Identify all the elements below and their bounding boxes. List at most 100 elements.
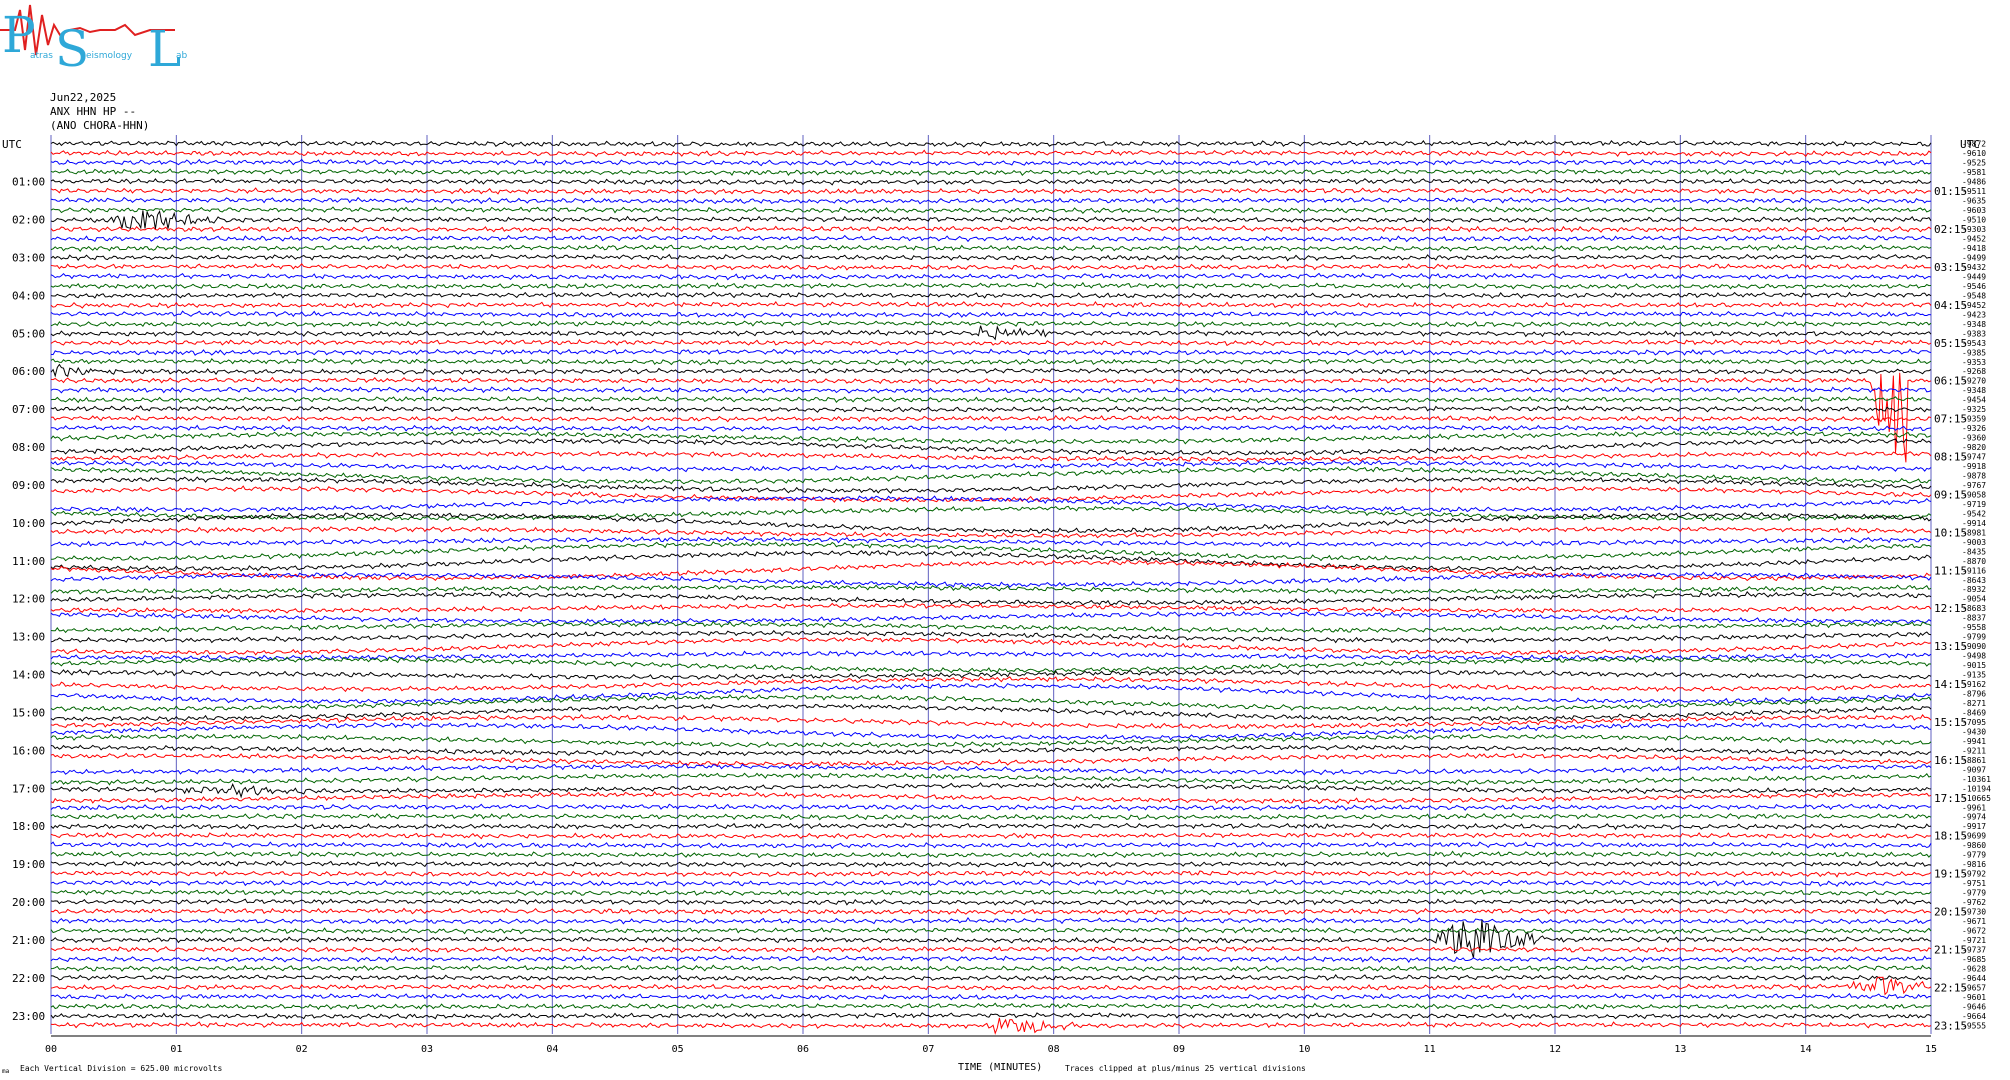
trace-line-82-red xyxy=(50,907,1932,916)
trace-offset-label: -9418 xyxy=(1962,244,1986,253)
trace-offset-label: -9603 xyxy=(1962,206,1986,215)
x-tick-label: 02 xyxy=(296,1044,308,1055)
trace-offset-label: -9015 xyxy=(1962,661,1986,670)
x-tick-label: 06 xyxy=(797,1044,809,1055)
trace-offset-label: -9779 xyxy=(1962,889,1986,898)
left-hour-label: 21:00 xyxy=(12,934,45,947)
chart-grid xyxy=(50,135,1932,1037)
left-hour-label: 02:00 xyxy=(12,214,45,227)
trace-offset-label: -9558 xyxy=(1962,623,1986,632)
left-hour-label: 04:00 xyxy=(12,289,45,302)
trace-line-66-red xyxy=(50,752,1932,767)
trace-line-42-red xyxy=(50,525,1932,540)
trace-line-12-green xyxy=(50,244,1932,253)
trace-offset-label: -9628 xyxy=(1962,964,1986,973)
left-hour-label: 16:00 xyxy=(12,744,45,757)
trace-line-10-red xyxy=(50,225,1932,234)
trace-line-70-red xyxy=(50,791,1932,805)
x-tick-label: 13 xyxy=(1674,1044,1686,1055)
x-tick-label: 01 xyxy=(170,1044,182,1055)
trace-line-20-green xyxy=(50,320,1932,328)
trace-line-74-red xyxy=(50,831,1932,840)
trace-line-59-blue xyxy=(51,682,1932,705)
trace-line-56-green xyxy=(50,656,1932,674)
x-axis-title: TIME (MINUTES) xyxy=(958,1062,1042,1073)
trace-line-73-black xyxy=(50,822,1932,831)
trace-line-72-green xyxy=(50,812,1932,821)
chart-traces xyxy=(50,139,1932,1035)
trace-line-47-blue xyxy=(50,571,1932,588)
right-hour-label: 22:15 xyxy=(1934,981,1967,994)
left-utc-label: UTC xyxy=(2,138,22,151)
trace-line-83-blue xyxy=(50,916,1932,925)
left-hour-label: 10:00 xyxy=(12,517,45,530)
left-hour-label: 01:00 xyxy=(12,176,45,189)
trace-line-30-red xyxy=(50,414,1932,423)
trace-offset-label: -9454 xyxy=(1962,396,1986,405)
trace-line-9-black xyxy=(50,210,1932,230)
x-tick-label: 04 xyxy=(546,1044,558,1055)
trace-line-79-blue xyxy=(50,879,1932,887)
trace-line-51-blue xyxy=(50,611,1932,625)
trace-line-27-blue xyxy=(50,386,1932,394)
right-hour-label: 20:15 xyxy=(1934,906,1967,919)
right-hour-label: 07:15 xyxy=(1934,413,1967,426)
right-hour-label: 16:15 xyxy=(1934,754,1967,767)
left-hour-label: 19:00 xyxy=(12,858,45,871)
right-hour-label: 14:15 xyxy=(1934,678,1967,691)
trace-line-8-green xyxy=(50,206,1932,214)
trace-line-80-green xyxy=(50,888,1932,897)
right-hour-label: 01:15 xyxy=(1934,185,1967,198)
left-hour-label: 03:00 xyxy=(12,252,45,265)
trace-line-84-green xyxy=(50,926,1932,935)
trace-line-18-red xyxy=(50,300,1932,309)
trace-line-92-green xyxy=(50,1002,1932,1011)
trace-line-5-black xyxy=(50,178,1932,186)
trace-line-7-blue xyxy=(50,196,1932,205)
trace-offset-label: -9941 xyxy=(1962,737,1986,746)
right-hour-label: 05:15 xyxy=(1934,337,1967,350)
trace-line-85-black xyxy=(50,919,1932,959)
trace-line-25-black xyxy=(50,363,1932,378)
trace-line-88-green xyxy=(50,964,1932,973)
x-tick-label: 08 xyxy=(1048,1044,1060,1055)
right-hour-label: 03:15 xyxy=(1934,261,1967,274)
trace-line-78-red xyxy=(50,870,1932,878)
trace-line-71-blue xyxy=(50,803,1932,812)
trace-offset-label: -9360 xyxy=(1962,434,1986,443)
trace-offset-label: -9546 xyxy=(1962,282,1986,291)
trace-line-41-black xyxy=(50,511,1932,534)
right-hour-label: 23:15 xyxy=(1934,1019,1967,1032)
corner-mark: ma xyxy=(2,1068,10,1075)
trace-offset-label: -8932 xyxy=(1962,585,1986,594)
left-hour-label: 05:00 xyxy=(12,327,45,340)
trace-offset-label: -9974 xyxy=(1962,813,1986,822)
trace-line-89-black xyxy=(51,974,1932,982)
scale-note: Each Vertical Division = 625.00 microvol… xyxy=(20,1064,223,1073)
left-hour-label: 08:00 xyxy=(12,441,45,454)
trace-line-87-blue xyxy=(50,955,1932,963)
trace-offset-label: -9646 xyxy=(1962,1002,1986,1011)
left-hour-label: 17:00 xyxy=(12,782,45,795)
trace-line-65-black xyxy=(50,744,1932,757)
trace-line-17-black xyxy=(50,291,1932,299)
trace-line-68-green xyxy=(51,772,1932,786)
left-hour-label: 06:00 xyxy=(12,365,45,378)
trace-line-34-red xyxy=(50,450,1932,463)
trace-offset-label: -9878 xyxy=(1962,472,1986,481)
left-hour-label: 12:00 xyxy=(12,593,45,606)
trace-offset-label: -8435 xyxy=(1962,547,1986,556)
trace-line-46-red xyxy=(50,559,1932,582)
trace-line-48-green xyxy=(50,584,1932,595)
x-tick-label: 15 xyxy=(1925,1044,1937,1055)
right-hour-label: 21:15 xyxy=(1934,943,1967,956)
trace-line-23-blue xyxy=(50,348,1932,356)
right-hour-label: 15:15 xyxy=(1934,716,1967,729)
trace-line-35-blue xyxy=(50,459,1932,473)
trace-line-49-black xyxy=(50,591,1932,606)
trace-line-36-green xyxy=(50,465,1932,485)
trace-line-19-blue xyxy=(50,310,1932,319)
trace-line-29-black xyxy=(50,405,1932,413)
trace-line-52-green xyxy=(50,620,1932,634)
x-tick-label: 10 xyxy=(1298,1044,1310,1055)
